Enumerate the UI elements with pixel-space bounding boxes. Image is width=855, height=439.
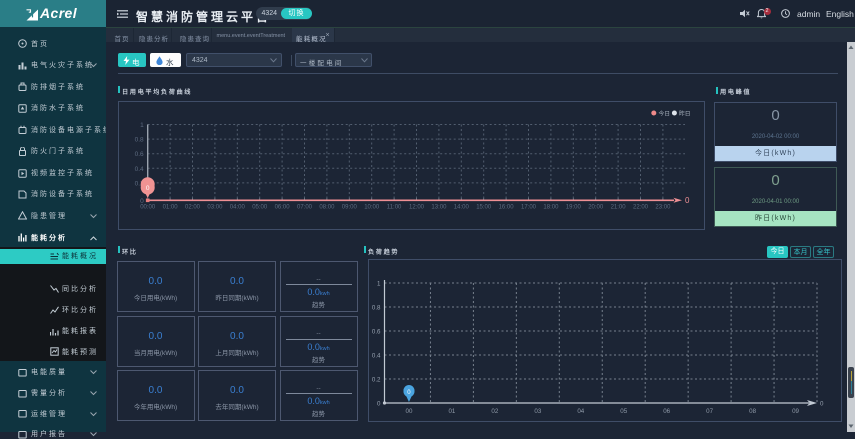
svg-text:0.6: 0.6: [372, 329, 381, 336]
svg-text:0: 0: [685, 196, 690, 205]
svg-text:17:00: 17:00: [521, 205, 537, 211]
svg-text:0: 0: [820, 401, 824, 408]
svg-text:02:00: 02:00: [185, 205, 201, 211]
svg-text:04:00: 04:00: [230, 205, 246, 211]
svg-text:昨日: 昨日: [679, 110, 691, 118]
svg-text:0.4: 0.4: [135, 166, 144, 173]
svg-text:03: 03: [534, 408, 541, 415]
svg-text:15:00: 15:00: [476, 205, 492, 211]
svg-text:20:00: 20:00: [588, 205, 604, 211]
svg-text:10:00: 10:00: [364, 205, 380, 211]
svg-text:11:00: 11:00: [387, 205, 402, 211]
svg-text:01:00: 01:00: [163, 205, 179, 211]
svg-text:0.8: 0.8: [372, 305, 381, 312]
svg-text:04: 04: [577, 408, 584, 415]
svg-text:07: 07: [706, 408, 713, 415]
svg-text:03:00: 03:00: [207, 205, 223, 211]
svg-text:08: 08: [749, 408, 756, 415]
svg-text:0: 0: [146, 185, 150, 192]
svg-text:0.8: 0.8: [135, 137, 144, 144]
svg-text:16:00: 16:00: [499, 205, 515, 211]
svg-text:23:00: 23:00: [655, 205, 671, 211]
svg-text:12:00: 12:00: [409, 205, 425, 211]
svg-text:05:00: 05:00: [252, 205, 268, 211]
svg-text:06: 06: [663, 408, 670, 415]
svg-text:21:00: 21:00: [611, 205, 627, 211]
svg-text:14:00: 14:00: [454, 205, 470, 211]
svg-text:19:00: 19:00: [566, 205, 582, 211]
svg-text:0.6: 0.6: [135, 151, 144, 158]
svg-text:02: 02: [491, 408, 498, 415]
svg-text:0.2: 0.2: [372, 377, 381, 384]
svg-text:22:00: 22:00: [633, 205, 649, 211]
svg-text:0.4: 0.4: [372, 353, 381, 360]
svg-text:07:00: 07:00: [297, 205, 313, 211]
svg-text:18:00: 18:00: [543, 205, 559, 211]
svg-text:0: 0: [377, 401, 381, 408]
svg-text:09:00: 09:00: [342, 205, 358, 211]
svg-text:00: 00: [406, 408, 413, 415]
svg-text:1: 1: [377, 281, 381, 288]
svg-text:09: 09: [792, 408, 799, 415]
svg-text:1: 1: [140, 122, 144, 129]
svg-text:01: 01: [448, 408, 455, 415]
svg-text:00:00: 00:00: [140, 205, 156, 211]
svg-text:06:00: 06:00: [275, 205, 291, 211]
svg-text:13:00: 13:00: [431, 205, 447, 211]
svg-text:08:00: 08:00: [319, 205, 335, 211]
svg-text:今日: 今日: [659, 110, 671, 118]
svg-text:05: 05: [620, 408, 627, 415]
